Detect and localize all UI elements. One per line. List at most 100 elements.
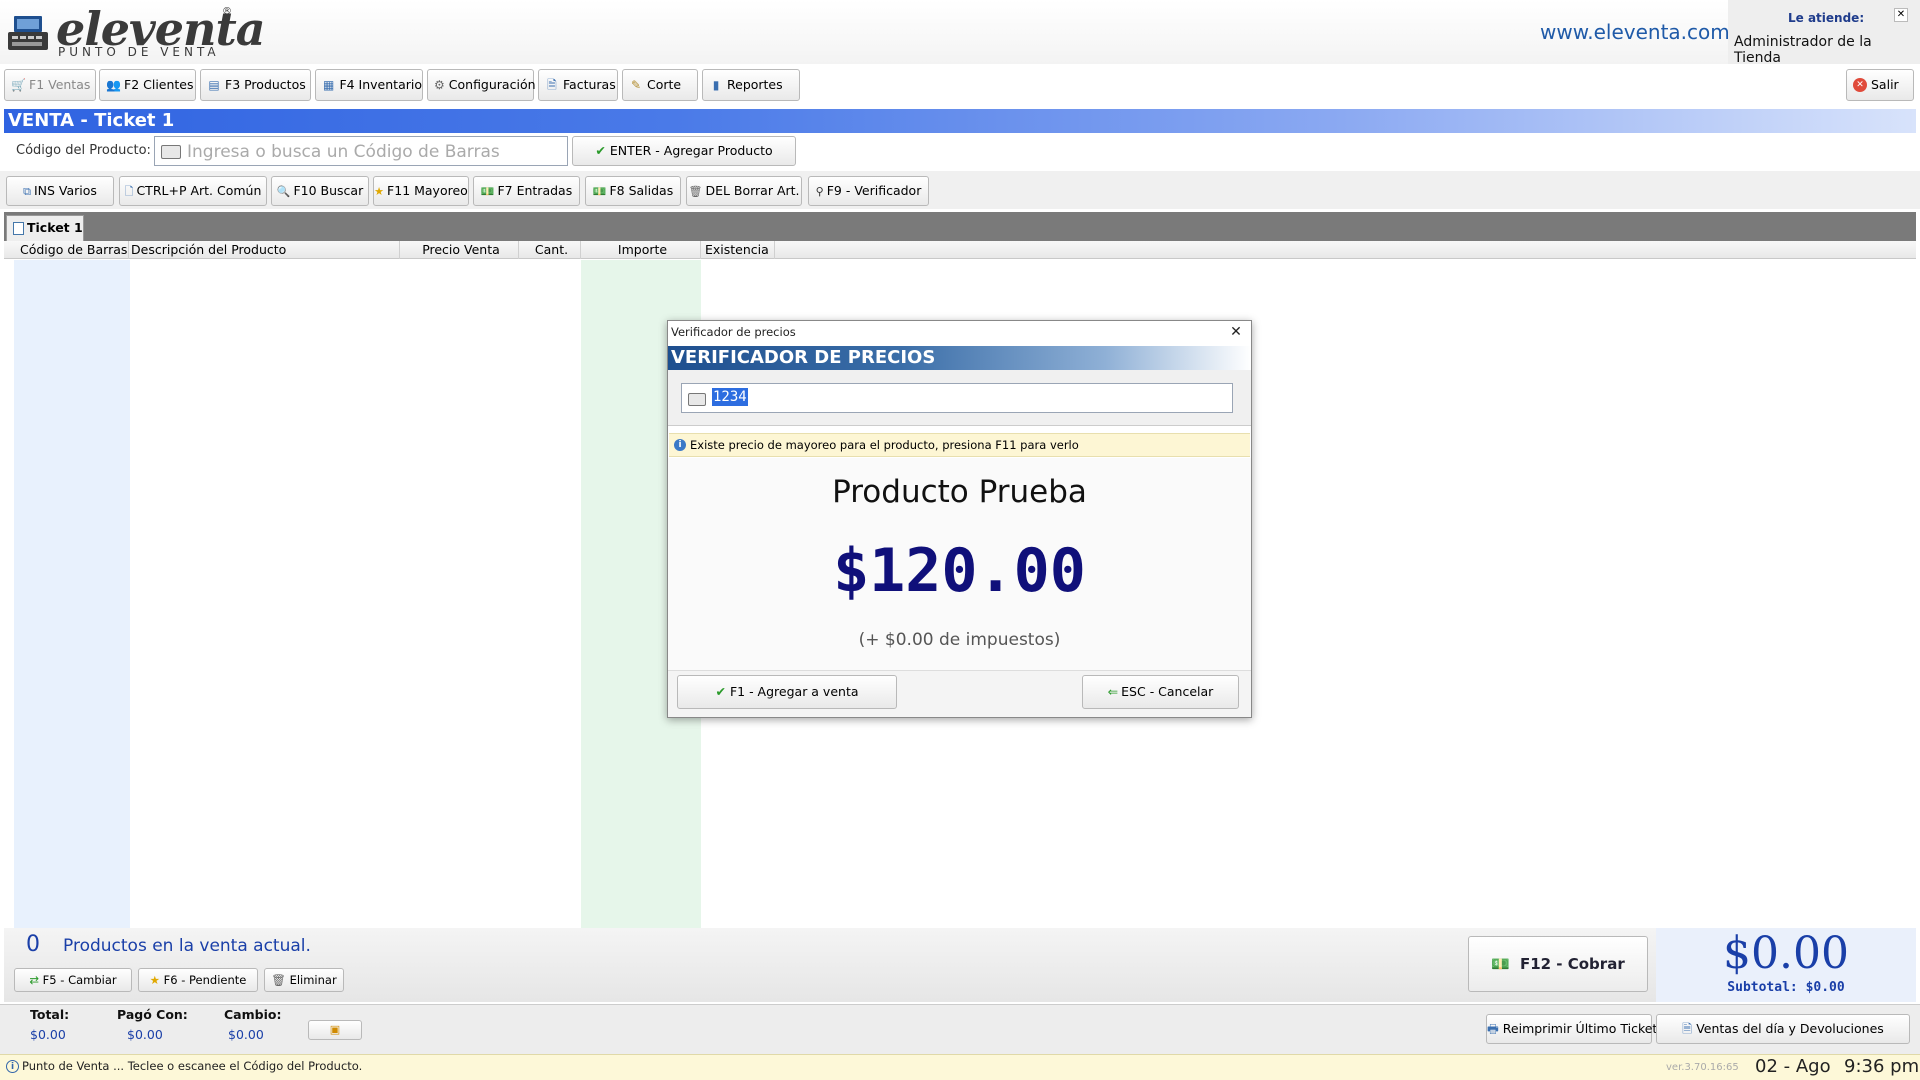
printer-icon: 🖶 [1487,1021,1503,1036]
price-check-code-value[interactable]: 1234 [712,388,748,406]
price-checker-label: F9 - Verificador [826,183,922,198]
toolbar-corte-button[interactable]: ✎ Corte [622,69,698,101]
change-ticket-label: F5 - Cambiar [42,973,117,987]
delete-ticket-button[interactable]: 🗑 Eliminar [264,968,344,992]
info-icon: i [6,1060,19,1073]
cash-out-label: F8 Salidas [609,183,674,198]
cash-drawer-button[interactable]: ▣ [308,1020,362,1040]
column-header-description[interactable]: Descripción del Producto [127,241,400,259]
common-item-button[interactable]: 🗋 CTRL+P Art. Común [119,176,267,206]
daily-sales-button[interactable]: 🗎 Ventas del día y Devoluciones [1656,1014,1910,1044]
cart-icon: 🛒 [11,78,26,92]
toolbar-productos-button[interactable]: ▤ F3 Productos [200,69,311,101]
collapse-icon[interactable]: ✕ [1894,8,1908,22]
product-code-field[interactable] [154,136,568,166]
search-icon: 🔍 [276,185,291,198]
product-tax: (+ $0.00 de impuestos) [858,630,1061,650]
toolbar-facturas-label: Facturas [563,77,616,92]
status-date: 02 - Ago [1755,1056,1831,1077]
tab-ticket-1[interactable]: Ticket 1 [6,215,84,241]
toolbar-inventario-label: F4 Inventario [339,77,422,92]
keyboard-icon [161,145,181,159]
ins-varios-button[interactable]: ⧉ INS Varios [6,176,114,206]
toolbar-corte-label: Corte [647,77,682,92]
product-code-input[interactable] [185,139,559,165]
toolbar-salir-button[interactable]: ✕ Salir [1846,69,1914,101]
add-product-button[interactable]: ✔ ENTER - Agregar Producto [572,136,796,166]
wholesale-notice: i Existe precio de mayoreo para el produ… [669,433,1250,457]
cash-in-button[interactable]: 💵 F7 Entradas [473,176,580,206]
inventory-icon: ▦ [323,78,335,92]
money-in-icon: 💵 [480,185,495,198]
cancel-label: ESC - Cancelar [1121,684,1214,699]
attendant-name: Administrador de la Tienda [1734,34,1872,66]
column-header-price[interactable]: Precio Venta [400,241,519,259]
status-time: 9:36 pm [1844,1056,1920,1077]
checkmark-icon: ✔ [595,143,606,158]
add-product-label: ENTER - Agregar Producto [609,143,773,158]
toolbar-reportes-label: Reportes [727,77,783,92]
reprint-ticket-label: Reimprimir Último Ticket [1502,1021,1658,1036]
ticket-icon [13,222,24,235]
site-link[interactable]: www.eleventa.com [1540,20,1730,44]
cash-cut-icon: ✎ [630,78,642,92]
report-icon: 🗎 [1682,1021,1697,1036]
pending-ticket-label: F6 - Pendiente [163,973,247,987]
exit-icon: ✕ [1853,78,1867,92]
sale-title: VENTA - Ticket 1 [4,109,1916,133]
price-checker-button[interactable]: ⚲ F9 - Verificador [808,176,929,206]
charge-label: F12 - Cobrar [1519,955,1625,973]
toolbar-inventario-button[interactable]: ▦ F4 Inventario [315,69,423,101]
delete-ticket-label: Eliminar [289,973,337,987]
delete-item-label: DEL Borrar Art. [705,183,800,198]
cash-out-button[interactable]: 💵 F8 Salidas [585,176,681,206]
product-count-label: Productos en la venta actual. [63,936,311,956]
charge-button[interactable]: 💵 F12 - Cobrar [1468,936,1648,992]
toolbar-reportes-button[interactable]: ▮ Reportes [702,69,800,101]
info-icon: i [674,439,686,451]
close-icon[interactable]: ✕ [1228,324,1244,340]
cancel-button[interactable]: ⇐ ESC - Cancelar [1082,675,1239,709]
add-to-sale-button[interactable]: ✔ F1 - Agregar a venta [677,675,897,709]
toolbar-facturas-button[interactable]: 🗎 Facturas [538,69,618,101]
column-header-quantity[interactable]: Cant. [519,241,581,259]
column-header-barcode[interactable]: Código de Barras [16,241,129,259]
invoice-icon: 🗎 [547,78,557,92]
product-price: $120.00 [833,536,1086,606]
delete-item-button[interactable]: 🗑 DEL Borrar Art. [686,176,802,206]
toolbar-configuracion-button[interactable]: ⚙ Configuración [427,69,536,101]
search-button[interactable]: 🔍 F10 Buscar [271,176,369,206]
column-header-stock[interactable]: Existencia [701,241,775,259]
attendant-label: Le atiende: [1788,11,1865,25]
wholesale-button[interactable]: ★ F11 Mayoreo [373,176,469,206]
change-label: Cambio: [224,1007,282,1022]
paid-value: $0.00 [127,1027,163,1042]
trash-icon: 🗑 [271,973,290,987]
column-header-amount[interactable]: Importe [581,241,701,259]
change-ticket-button[interactable]: ⇄ F5 - Cambiar [14,968,132,992]
toolbar-ventas-label: F1 Ventas [29,77,91,92]
product-count: 0 [26,932,40,957]
gear-icon: ⚙ [434,78,445,92]
toolbar-salir-label: Salir [1871,77,1899,92]
version-label: ver.3.70.16:65 [1666,1062,1739,1073]
pending-ticket-button[interactable]: ★ F6 - Pendiente [138,968,258,992]
toolbar-clientes-label: F2 Clientes [124,77,194,92]
checkmark-icon: ✔ [715,684,726,699]
money-out-icon: 💵 [592,185,607,198]
tab-ticket-label: Ticket 1 [27,220,83,235]
cash-drawer-icon: ▣ [329,1023,341,1036]
dialog-window-title: Verificador de precios [671,325,796,339]
price-check-code-field[interactable]: 1234 [681,383,1233,413]
change-icon: ⇄ [29,973,43,987]
daily-sales-label: Ventas del día y Devoluciones [1696,1021,1884,1036]
trash-icon: 🗑 [688,185,703,198]
cash-in-label: F7 Entradas [497,183,573,198]
product-name: Producto Prueba [832,474,1087,510]
reprint-ticket-button[interactable]: 🖶 Reimprimir Último Ticket [1486,1014,1657,1044]
users-icon: 👥 [106,78,121,92]
status-message: Punto de Venta ... Teclee o escanee el C… [22,1059,363,1073]
toolbar-clientes-button[interactable]: 👥 F2 Clientes [99,69,196,101]
money-icon: 💵 [1491,955,1510,973]
toolbar-ventas-button[interactable]: 🛒 F1 Ventas [4,69,96,101]
